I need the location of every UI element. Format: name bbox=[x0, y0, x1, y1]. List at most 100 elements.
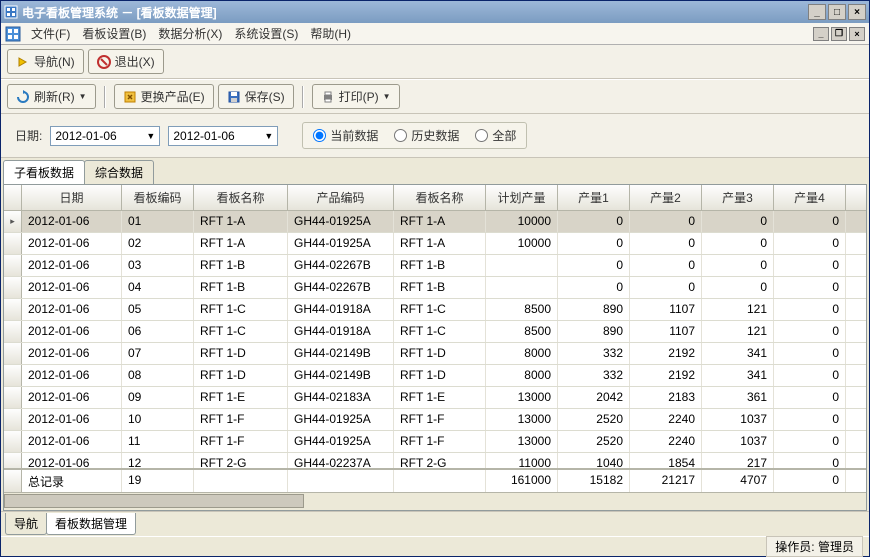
cell[interactable]: RFT 1-D bbox=[394, 343, 486, 364]
col-qty4[interactable]: 产量4 bbox=[774, 185, 846, 210]
cell[interactable]: 2012-01-06 bbox=[22, 453, 122, 468]
scrollbar-thumb[interactable] bbox=[4, 494, 304, 508]
cell[interactable]: RFT 1-B bbox=[194, 277, 288, 298]
col-product-code[interactable]: 产品编码 bbox=[288, 185, 394, 210]
cell[interactable]: 2012-01-06 bbox=[22, 233, 122, 254]
col-qty1[interactable]: 产量1 bbox=[558, 185, 630, 210]
cell[interactable]: 1107 bbox=[630, 321, 702, 342]
cell[interactable]: RFT 2-G bbox=[394, 453, 486, 468]
cell[interactable]: RFT 1-C bbox=[194, 321, 288, 342]
cell[interactable]: 08 bbox=[122, 365, 194, 386]
cell[interactable]: 03 bbox=[122, 255, 194, 276]
date-to-input[interactable]: 2012-01-06 ▼ bbox=[168, 126, 278, 146]
cell[interactable]: 2240 bbox=[630, 431, 702, 452]
cell[interactable]: GH44-02267B bbox=[288, 277, 394, 298]
cell[interactable]: GH44-02183A bbox=[288, 387, 394, 408]
cell[interactable]: 0 bbox=[774, 365, 846, 386]
cell[interactable]: 890 bbox=[558, 321, 630, 342]
radio-current-input[interactable] bbox=[313, 129, 326, 142]
cell[interactable]: GH44-01925A bbox=[288, 431, 394, 452]
cell[interactable]: RFT 1-A bbox=[194, 233, 288, 254]
cell[interactable]: 2012-01-06 bbox=[22, 343, 122, 364]
cell[interactable]: 332 bbox=[558, 365, 630, 386]
tab-sub-board[interactable]: 子看板数据 bbox=[3, 160, 85, 184]
cell[interactable]: 0 bbox=[630, 255, 702, 276]
cell[interactable]: RFT 1-A bbox=[394, 233, 486, 254]
cell[interactable]: 0 bbox=[774, 453, 846, 468]
table-row[interactable]: 2012-01-0610RFT 1-FGH44-01925ARFT 1-F130… bbox=[4, 409, 866, 431]
cell[interactable]: 2183 bbox=[630, 387, 702, 408]
cell[interactable]: 2012-01-06 bbox=[22, 431, 122, 452]
cell[interactable]: RFT 1-F bbox=[194, 409, 288, 430]
horizontal-scrollbar[interactable] bbox=[4, 492, 866, 510]
cell[interactable]: 04 bbox=[122, 277, 194, 298]
cell[interactable]: 11000 bbox=[486, 453, 558, 468]
cell[interactable]: RFT 1-C bbox=[194, 299, 288, 320]
cell[interactable]: 0 bbox=[558, 255, 630, 276]
cell[interactable]: 890 bbox=[558, 299, 630, 320]
col-qty3[interactable]: 产量3 bbox=[702, 185, 774, 210]
cell[interactable]: 13000 bbox=[486, 387, 558, 408]
mdi-close-button[interactable]: × bbox=[849, 27, 865, 41]
cell[interactable]: RFT 1-E bbox=[394, 387, 486, 408]
cell[interactable]: RFT 1-F bbox=[394, 409, 486, 430]
cell[interactable]: 341 bbox=[702, 343, 774, 364]
table-row[interactable]: 2012-01-0604RFT 1-BGH44-02267BRFT 1-B000… bbox=[4, 277, 866, 299]
cell[interactable]: 2012-01-06 bbox=[22, 277, 122, 298]
cell[interactable]: RFT 1-D bbox=[194, 343, 288, 364]
cell[interactable]: 217 bbox=[702, 453, 774, 468]
cell[interactable]: 0 bbox=[774, 211, 846, 232]
cell[interactable]: 2192 bbox=[630, 343, 702, 364]
menu-system-settings[interactable]: 系统设置(S) bbox=[228, 23, 304, 44]
cell[interactable]: 121 bbox=[702, 321, 774, 342]
col-board-name2[interactable]: 看板名称 bbox=[394, 185, 486, 210]
cell[interactable]: 2240 bbox=[630, 409, 702, 430]
grid-body[interactable]: ▸2012-01-0601RFT 1-AGH44-01925ARFT 1-A10… bbox=[4, 211, 866, 468]
radio-current[interactable]: 当前数据 bbox=[313, 127, 378, 144]
cell[interactable]: 8000 bbox=[486, 365, 558, 386]
cell[interactable]: 0 bbox=[774, 431, 846, 452]
cell[interactable]: 0 bbox=[702, 233, 774, 254]
cell[interactable]: GH44-01925A bbox=[288, 211, 394, 232]
cell[interactable]: 2012-01-06 bbox=[22, 409, 122, 430]
table-row[interactable]: 2012-01-0606RFT 1-CGH44-01918ARFT 1-C850… bbox=[4, 321, 866, 343]
radio-history-input[interactable] bbox=[394, 129, 407, 142]
cell[interactable]: 0 bbox=[702, 277, 774, 298]
cell[interactable]: 0 bbox=[774, 409, 846, 430]
cell[interactable]: 0 bbox=[774, 299, 846, 320]
cell[interactable]: 2012-01-06 bbox=[22, 321, 122, 342]
radio-history[interactable]: 历史数据 bbox=[394, 127, 459, 144]
cell[interactable]: GH44-02237A bbox=[288, 453, 394, 468]
cell[interactable]: 0 bbox=[774, 321, 846, 342]
cell[interactable]: 0 bbox=[774, 343, 846, 364]
cell[interactable]: 2012-01-06 bbox=[22, 299, 122, 320]
cell[interactable]: 2042 bbox=[558, 387, 630, 408]
cell[interactable]: 0 bbox=[774, 387, 846, 408]
cell[interactable]: 0 bbox=[630, 233, 702, 254]
cell[interactable]: 2192 bbox=[630, 365, 702, 386]
col-plan-qty[interactable]: 计划产量 bbox=[486, 185, 558, 210]
maximize-button[interactable]: □ bbox=[828, 4, 846, 20]
cell[interactable]: 1107 bbox=[630, 299, 702, 320]
cell[interactable]: 07 bbox=[122, 343, 194, 364]
mdi-restore-button[interactable]: ❐ bbox=[831, 27, 847, 41]
cell[interactable]: GH44-01918A bbox=[288, 299, 394, 320]
table-row[interactable]: 2012-01-0612RFT 2-GGH44-02237ARFT 2-G110… bbox=[4, 453, 866, 468]
cell[interactable]: RFT 1-B bbox=[194, 255, 288, 276]
cell[interactable]: RFT 1-A bbox=[394, 211, 486, 232]
bottom-tab-nav[interactable]: 导航 bbox=[5, 513, 47, 535]
cell[interactable]: RFT 1-C bbox=[394, 299, 486, 320]
cell[interactable]: GH44-01925A bbox=[288, 233, 394, 254]
cell[interactable]: 2012-01-06 bbox=[22, 365, 122, 386]
table-row[interactable]: 2012-01-0603RFT 1-BGH44-02267BRFT 1-B000… bbox=[4, 255, 866, 277]
menu-file[interactable]: 文件(F) bbox=[25, 23, 76, 44]
nav-button[interactable]: 导航(N) bbox=[7, 49, 84, 74]
radio-all-input[interactable] bbox=[475, 129, 488, 142]
cell[interactable]: 11 bbox=[122, 431, 194, 452]
menu-help[interactable]: 帮助(H) bbox=[304, 23, 357, 44]
cell[interactable]: 13000 bbox=[486, 431, 558, 452]
cell[interactable]: GH44-01918A bbox=[288, 321, 394, 342]
table-row[interactable]: 2012-01-0608RFT 1-DGH44-02149BRFT 1-D800… bbox=[4, 365, 866, 387]
table-row[interactable]: 2012-01-0607RFT 1-DGH44-02149BRFT 1-D800… bbox=[4, 343, 866, 365]
cell[interactable]: 0 bbox=[558, 211, 630, 232]
